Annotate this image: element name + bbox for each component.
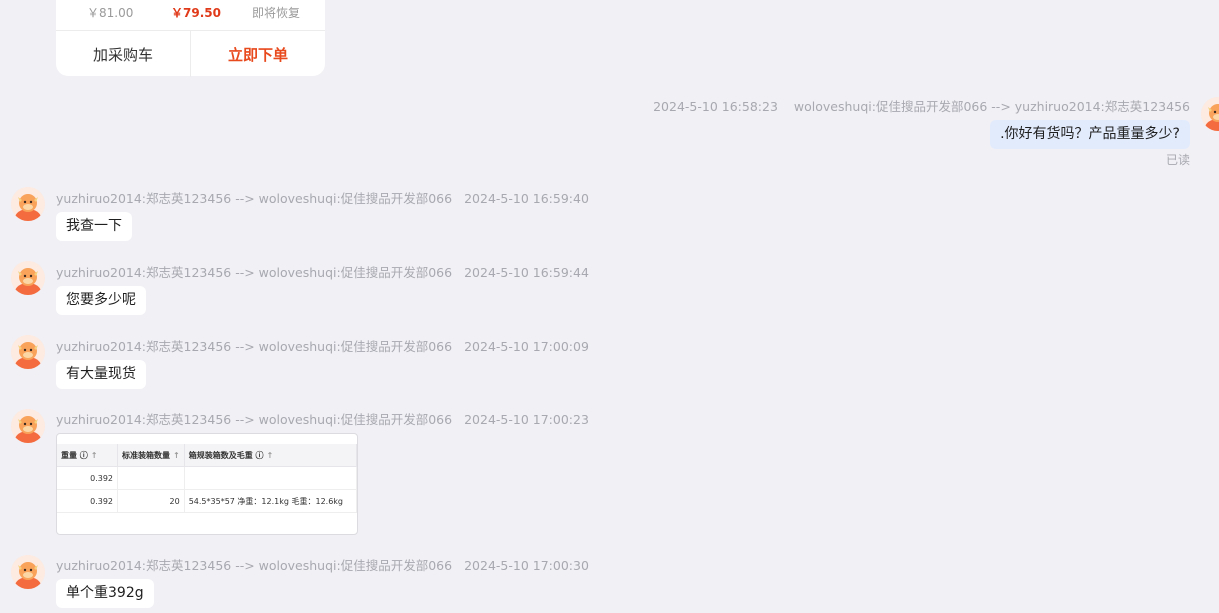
current-price: ￥79.50	[171, 6, 221, 20]
info-icon: ⓘ	[79, 450, 88, 460]
table-cell: 0.392	[57, 489, 118, 513]
avatar-icon	[11, 187, 45, 221]
message-meta: yuzhiruo2014:郑志英123456 --> woloveshuqi:促…	[56, 188, 589, 207]
message-route: yuzhiruo2014:郑志英123456 --> woloveshuqi:促…	[56, 191, 453, 206]
table-cell: 20	[117, 489, 185, 513]
message-route: woloveshuqi:促佳搜品开发部066 --> yuzhiruo2014:…	[793, 99, 1190, 114]
avatar-icon	[11, 555, 45, 589]
message-bubble-outgoing[interactable]: .你好有货吗？产品重量多少?	[990, 120, 1190, 149]
message-route: yuzhiruo2014:郑志英123456 --> woloveshuqi:促…	[56, 339, 453, 354]
avatar[interactable]	[11, 261, 45, 295]
table-cell	[184, 466, 357, 490]
message-time: 2024-5-10 16:59:40	[464, 191, 589, 206]
message-time: 2024-5-10 17:00:09	[464, 339, 589, 354]
info-icon: ⓘ	[255, 450, 264, 460]
message-bubble-incoming[interactable]: 有大量现货	[56, 360, 146, 389]
message-route: yuzhiruo2014:郑志英123456 --> woloveshuqi:促…	[56, 412, 453, 427]
avatar-icon	[1201, 97, 1219, 131]
message-time: 2024-5-10 17:00:23	[464, 412, 589, 427]
spec-table: 重量 ⓘ ↑ 标准装箱数量 ↑ 箱规装箱数及毛重 ⓘ ↑ 0.392 0.392 20…	[57, 444, 357, 513]
original-price: ￥81.00	[87, 6, 134, 20]
message-meta: yuzhiruo2014:郑志英123456 --> woloveshuqi:促…	[56, 336, 589, 355]
sort-icon: ↑	[266, 450, 274, 460]
table-cell: 54.5*35*57 净重：12.1kg 毛重：12.6kg	[184, 489, 357, 513]
message-meta: yuzhiruo2014:郑志英123456 --> woloveshuqi:促…	[56, 555, 589, 574]
product-card: ￥81.00 ￥79.50 即将恢复 加采购车 立即下单	[56, 0, 325, 77]
avatar-icon	[11, 261, 45, 295]
message-route: yuzhiruo2014:郑志英123456 --> woloveshuqi:促…	[56, 558, 453, 573]
sort-icon: ↑	[90, 450, 98, 460]
stock-status: 即将恢复	[252, 6, 301, 20]
image-message[interactable]: 重量 ⓘ ↑ 标准装箱数量 ↑ 箱规装箱数及毛重 ⓘ ↑ 0.392 0.392 20…	[56, 433, 358, 535]
message-bubble-incoming[interactable]: 我查一下	[56, 212, 132, 241]
message-meta: 2024-5-10 16:58:23 woloveshuqi:促佳搜品开发部066…	[653, 96, 1190, 115]
message-time: 2024-5-10 17:00:30	[464, 558, 589, 573]
table-header: 标准装箱数量 ↑	[117, 444, 185, 467]
table-row: 0.392	[57, 466, 357, 490]
avatar[interactable]	[11, 409, 45, 443]
table-cell	[117, 466, 185, 490]
sort-icon: ↑	[173, 450, 180, 460]
message-time: 2024-5-10 16:59:44	[464, 265, 589, 280]
avatar[interactable]	[11, 555, 45, 589]
table-header-row: 重量 ⓘ ↑ 标准装箱数量 ↑ 箱规装箱数及毛重 ⓘ ↑	[57, 444, 357, 467]
table-cell: 0.392	[57, 466, 118, 490]
message-time: 2024-5-10 16:58:23	[653, 99, 778, 114]
product-actions: 加采购车 立即下单	[56, 30, 325, 77]
message-route: yuzhiruo2014:郑志英123456 --> woloveshuqi:促…	[56, 265, 453, 280]
message-bubble-incoming[interactable]: 您要多少呢	[56, 286, 146, 315]
order-now-button[interactable]: 立即下单	[191, 31, 325, 77]
add-to-cart-button[interactable]: 加采购车	[56, 31, 191, 77]
avatar-icon	[11, 335, 45, 369]
avatar[interactable]	[11, 187, 45, 221]
message-meta: yuzhiruo2014:郑志英123456 --> woloveshuqi:促…	[56, 409, 589, 428]
avatar[interactable]	[1201, 97, 1219, 131]
message-bubble-incoming[interactable]: 单个重392g	[56, 579, 154, 608]
avatar-icon	[11, 409, 45, 443]
table-header: 箱规装箱数及毛重 ⓘ ↑	[184, 444, 357, 467]
avatar[interactable]	[11, 335, 45, 369]
table-header: 重量 ⓘ ↑	[57, 444, 118, 467]
product-prices: ￥81.00 ￥79.50 即将恢复	[56, 0, 325, 20]
read-status: 已读	[1165, 153, 1190, 167]
message-meta: yuzhiruo2014:郑志英123456 --> woloveshuqi:促…	[56, 262, 589, 281]
table-row: 0.392 20 54.5*35*57 净重：12.1kg 毛重：12.6kg	[57, 489, 357, 513]
